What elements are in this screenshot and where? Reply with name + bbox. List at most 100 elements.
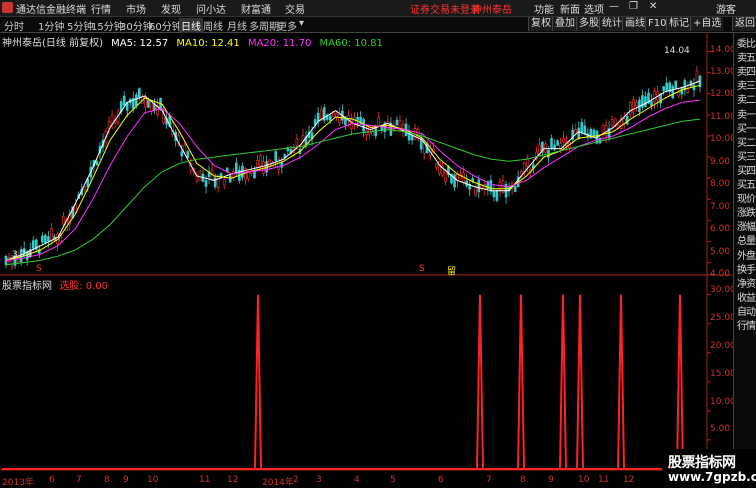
- candle-body: [604, 125, 608, 137]
- btn-add-watchlist[interactable]: +自选: [690, 17, 724, 31]
- guest-label[interactable]: 游客: [716, 1, 736, 16]
- candle-body: [356, 116, 359, 121]
- menu-jiaoyi[interactable]: 交易: [285, 1, 305, 16]
- side-panel-item[interactable]: 买二: [735, 134, 756, 149]
- side-panel-item[interactable]: 总量: [735, 232, 756, 247]
- indicator-spike: [254, 294, 262, 470]
- x-tick: 12: [623, 475, 635, 485]
- side-panel-item[interactable]: 委比: [735, 35, 756, 50]
- btn-f10[interactable]: F10: [645, 17, 669, 31]
- restore-icon[interactable]: ❐: [629, 1, 638, 12]
- candle-body: [147, 100, 150, 108]
- x-tick: 2: [293, 475, 299, 485]
- x-tick: 9: [123, 475, 129, 485]
- side-panel-item[interactable]: 外盘: [735, 247, 756, 262]
- tab-60min[interactable]: 60分钟: [149, 18, 182, 33]
- menu-gongneng[interactable]: 功能: [534, 1, 554, 16]
- chevron-down-icon[interactable]: ▾: [299, 18, 304, 29]
- sub-tick: 20.00: [710, 341, 736, 351]
- side-panel-item[interactable]: 涨幅: [735, 218, 756, 233]
- x-tick: 9: [548, 475, 554, 485]
- tab-multi-period[interactable]: 多周期: [249, 18, 279, 33]
- x-tick: 12: [227, 475, 239, 485]
- candle-body: [625, 116, 629, 125]
- tab-1min[interactable]: 1分钟: [38, 18, 64, 33]
- candle-body: [31, 240, 35, 249]
- current-stock-name: 神州泰岳: [472, 5, 512, 16]
- candle-body: [489, 180, 493, 192]
- side-panel-item[interactable]: 买三: [735, 148, 756, 163]
- watermark-url: www.7gpzb.com: [668, 470, 756, 484]
- side-panel-item[interactable]: 买四: [735, 162, 756, 177]
- login-notice[interactable]: 证券交易未登录: [410, 1, 480, 16]
- side-panel-item[interactable]: 卖一: [735, 106, 756, 121]
- tab-5min[interactable]: 5分钟: [67, 18, 93, 33]
- side-panel-item[interactable]: 卖五: [735, 49, 756, 64]
- side-panel-item[interactable]: 卖二: [735, 91, 756, 106]
- menu-xuanxiang[interactable]: 选项: [584, 1, 604, 16]
- candle-body: [453, 174, 456, 188]
- candle-body: [495, 189, 499, 201]
- btn-diejia[interactable]: 叠加: [552, 17, 577, 31]
- candle-body: [268, 159, 271, 167]
- btn-biaoji[interactable]: 标记: [666, 17, 691, 31]
- menu-hangqing[interactable]: 行情: [91, 1, 111, 16]
- x-tick: 5: [390, 475, 396, 485]
- top-menu-bar: 通达信金融终端 行情 市场 发现 问小达 财富通 交易 证券交易未登录 神州泰岳…: [0, 0, 756, 17]
- x-tick: 2013年: [2, 478, 34, 488]
- indicator-spike: [476, 294, 484, 470]
- tab-fenshi[interactable]: 分时: [4, 18, 24, 33]
- btn-duogu[interactable]: 多股: [576, 17, 601, 31]
- btn-huaxian[interactable]: 画线: [622, 17, 647, 31]
- candle-body: [577, 127, 581, 139]
- tab-monthly[interactable]: 月线: [227, 18, 247, 33]
- minimize-icon[interactable]: —: [609, 1, 619, 12]
- side-panel-item[interactable]: 行情: [735, 317, 756, 332]
- candle-body: [492, 191, 496, 198]
- side-panel-item[interactable]: 卖三: [735, 77, 756, 92]
- candle-body: [180, 151, 184, 157]
- candle-body: [50, 228, 53, 241]
- side-panel-item[interactable]: 现价: [735, 190, 756, 205]
- price-tick: 14.00: [710, 45, 736, 55]
- tab-daily[interactable]: 日线: [179, 18, 203, 33]
- side-panel-item[interactable]: 买一: [735, 120, 756, 135]
- side-panel-item[interactable]: 换手: [735, 261, 756, 276]
- tab-more[interactable]: 更多: [277, 18, 297, 33]
- max-price-label: 14.04: [664, 46, 690, 56]
- price-chart[interactable]: [0, 33, 733, 475]
- menu-xinmian[interactable]: 新面: [560, 1, 580, 16]
- tab-15min[interactable]: 15分钟: [91, 18, 124, 33]
- min-price-label: 3.78: [12, 250, 33, 260]
- x-tick: 8: [520, 475, 526, 485]
- side-panel-item[interactable]: 涨跌: [735, 204, 756, 219]
- candle-body: [580, 121, 584, 133]
- candle-body: [122, 95, 126, 106]
- tab-weekly[interactable]: 周线: [203, 18, 223, 33]
- side-panel-item[interactable]: 卖四: [735, 63, 756, 78]
- candle-body: [338, 113, 341, 124]
- marker-s: S: [419, 264, 425, 274]
- side-panel-item[interactable]: 自动: [735, 303, 756, 318]
- close-icon[interactable]: ✕: [649, 1, 657, 12]
- candle-body: [222, 179, 226, 186]
- candle-body: [556, 140, 559, 146]
- side-panel-item[interactable]: 净资: [735, 275, 756, 290]
- candle-body: [274, 151, 278, 161]
- menu-wenxiaoda[interactable]: 问小达: [196, 1, 226, 16]
- btn-fuquan[interactable]: 复权: [528, 17, 553, 31]
- sub-indicator-header: 股票指标网 选股: 0.00: [2, 277, 108, 292]
- candle-body: [550, 137, 553, 150]
- tab-30min[interactable]: 30分钟: [120, 18, 153, 33]
- side-panel-item[interactable]: 收益: [735, 289, 756, 304]
- candle-body: [62, 216, 65, 225]
- btn-back[interactable]: 返回: [732, 17, 756, 31]
- btn-tongji[interactable]: 统计: [599, 17, 624, 31]
- side-panel-item[interactable]: 买五: [735, 176, 756, 191]
- candle-body: [650, 101, 653, 107]
- menu-faxian[interactable]: 发现: [161, 1, 181, 16]
- candle-body: [635, 102, 638, 107]
- menu-caifutong[interactable]: 财富通: [241, 1, 271, 16]
- menu-shichang[interactable]: 市场: [126, 1, 146, 16]
- x-tick: 11: [598, 475, 610, 485]
